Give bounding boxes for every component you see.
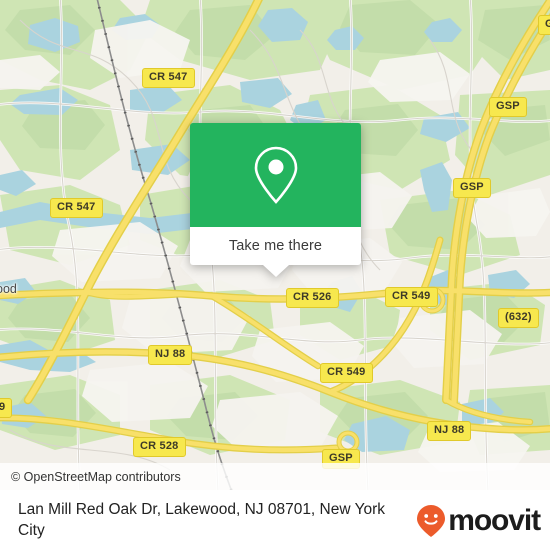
road-shield: CR 526: [286, 288, 339, 308]
popup-tail: [262, 265, 289, 277]
screenshot-root: CR 547 CR 547 GSP GSP CR 526 CR 549 (632…: [0, 0, 550, 550]
map-pin-icon: [254, 146, 297, 204]
map-attribution-bar: © OpenStreetMap contributors: [0, 463, 550, 490]
road-shield: G: [538, 15, 550, 35]
road-shield: (632): [498, 308, 539, 328]
road-shield: CR 547: [142, 68, 195, 88]
map-canvas[interactable]: CR 547 CR 547 GSP GSP CR 526 CR 549 (632…: [0, 0, 550, 490]
moovit-logo[interactable]: moovit: [416, 504, 541, 538]
location-popup-card[interactable]: Take me there: [190, 123, 361, 277]
place-label: ood: [0, 282, 17, 296]
footer-bar: Lan Mill Red Oak Dr, Lakewood, NJ 08701,…: [0, 490, 550, 550]
road-shield: CR 549: [320, 363, 373, 383]
take-me-there-label: Take me there: [228, 238, 323, 254]
road-shield: GSP: [489, 97, 527, 117]
road-shield: CR 547: [50, 198, 103, 218]
moovit-wordmark: moovit: [448, 504, 541, 537]
road-shield: CR 549: [385, 287, 438, 307]
osm-attribution-text[interactable]: © OpenStreetMap contributors: [11, 470, 181, 484]
road-shield: CR 528: [133, 437, 186, 457]
address-title: Lan Mill Red Oak Dr, Lakewood, NJ 08701,…: [18, 501, 386, 539]
road-shield: GSP: [453, 178, 491, 198]
popup-pin-area: [190, 123, 361, 227]
road-shield: NJ 88: [148, 345, 193, 365]
moovit-smile-pin-icon: [417, 505, 446, 537]
road-shield: 9: [0, 398, 13, 418]
popup-action-row[interactable]: Take me there: [190, 227, 361, 265]
road-shield: NJ 88: [427, 421, 472, 441]
